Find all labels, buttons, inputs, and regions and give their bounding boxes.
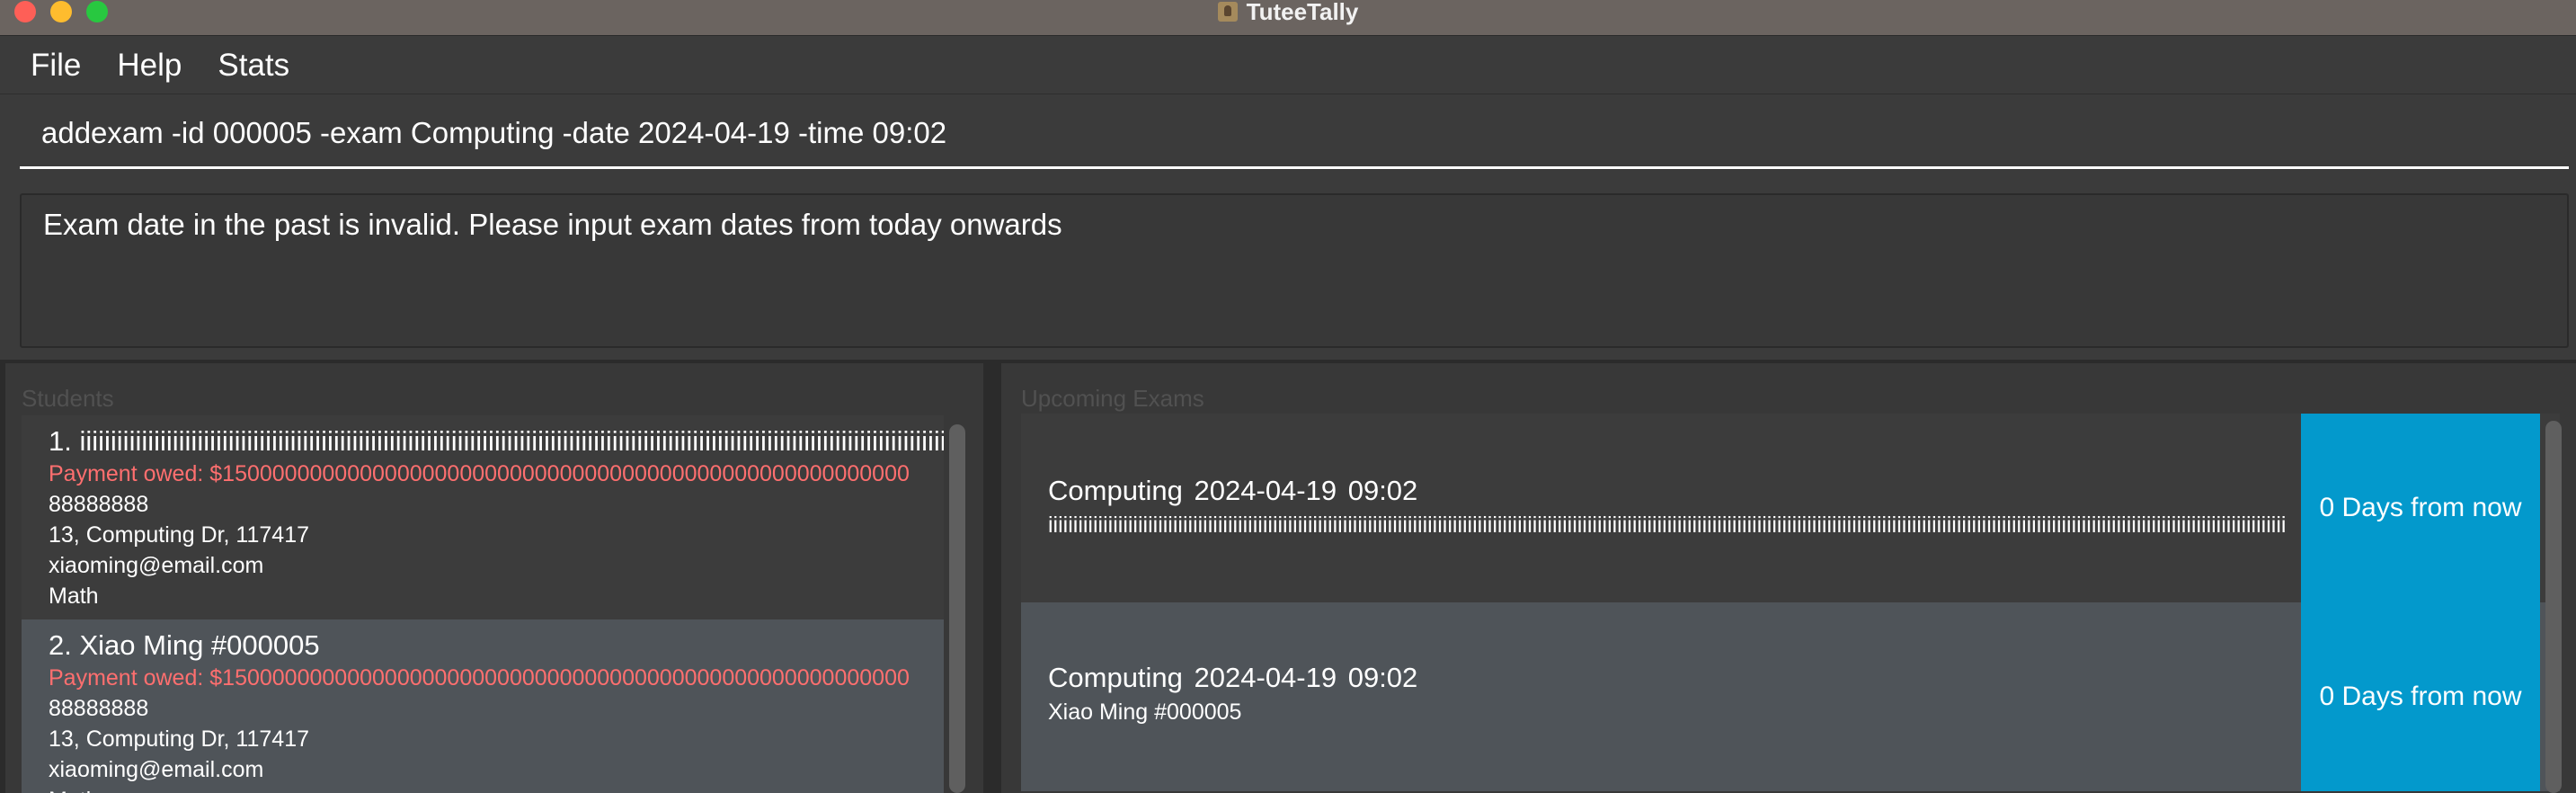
result-display: Exam date in the past is invalid. Please…	[20, 193, 2569, 348]
app-icon	[1217, 2, 1238, 22]
student-name: 1. iiiiiiiiiiiiiiiiiiiiiiiiiiiiiiiiiiiii…	[49, 425, 944, 457]
exams-panel: Upcoming Exams Computing 2024-04-19 09:0…	[1001, 363, 2576, 793]
exam-list[interactable]: Computing 2024-04-19 09:02 iiiiiiiiiiiii…	[1021, 414, 2560, 793]
student-payment-owed: Payment owed: $1500000000000000000000000…	[49, 665, 910, 691]
exams-label: Upcoming Exams	[1021, 385, 1204, 412]
exam-card[interactable]: Computing 2024-04-19 09:02 iiiiiiiiiiiii…	[1021, 414, 2560, 602]
lower-panels: Students 1. iiiiiiiiiiiiiiiiiiiiiiiiiiii…	[0, 360, 2576, 793]
student-address: 13, Computing Dr, 117417	[49, 522, 310, 548]
title-group: TuteeTally	[0, 0, 2576, 25]
student-subject: Math	[49, 785, 944, 793]
student-card[interactable]: 2. Xiao Ming #000005 Payment owed: $1500…	[22, 619, 944, 793]
window-title: TuteeTally	[1246, 0, 1359, 25]
exam-days-badge: 0 Days from now	[2301, 602, 2540, 791]
exam-info: Computing 2024-04-19 09:02 iiiiiiiiiiiii…	[1048, 475, 2416, 539]
student-phone: 88888888	[49, 696, 149, 721]
exam-title: Computing 2024-04-19 09:02	[1048, 475, 1418, 506]
command-input-value: addexam -id 000005 -exam Computing -date…	[41, 115, 947, 149]
window-titlebar: TuteeTally	[0, 0, 2576, 36]
students-panel: Students 1. iiiiiiiiiiiiiiiiiiiiiiiiiiii…	[5, 363, 983, 793]
student-phone: 88888888	[49, 492, 149, 517]
menu-help[interactable]: Help	[117, 48, 182, 84]
exam-days-badge: 0 Days from now	[2301, 414, 2540, 602]
exam-list-scrollbar[interactable]	[2545, 421, 2562, 793]
student-name: 2. Xiao Ming #000005	[49, 629, 320, 661]
exam-student: Xiao Ming #000005	[1048, 699, 1242, 725]
exam-card[interactable]: Computing 2024-04-19 09:02 Xiao Ming #00…	[1021, 602, 2560, 791]
exam-info: Computing 2024-04-19 09:02 Xiao Ming #00…	[1048, 662, 2416, 726]
student-list[interactable]: 1. iiiiiiiiiiiiiiiiiiiiiiiiiiiiiiiiiiiii…	[22, 415, 944, 793]
command-input[interactable]: addexam -id 000005 -exam Computing -date…	[20, 99, 2569, 169]
exam-title: Computing 2024-04-19 09:02	[1048, 662, 1418, 693]
student-email: xiaoming@email.com	[49, 553, 264, 578]
menu-bar: File Help Stats	[0, 37, 2576, 94]
menu-stats[interactable]: Stats	[218, 48, 289, 84]
students-label: Students	[22, 385, 114, 412]
student-subject: Math	[49, 584, 99, 609]
student-address: 13, Computing Dr, 117417	[49, 726, 310, 752]
exam-student: iiiiiiiiiiiiiiiiiiiiiiiiiiiiiiiiiiiiiiii…	[1048, 512, 2287, 538]
student-card[interactable]: 1. iiiiiiiiiiiiiiiiiiiiiiiiiiiiiiiiiiiii…	[22, 415, 944, 619]
student-payment-owed: Payment owed: $1500000000000000000000000…	[49, 461, 910, 486]
student-email: xiaoming@email.com	[49, 757, 264, 782]
student-list-scrollbar[interactable]	[949, 424, 965, 793]
result-message: Exam date in the past is invalid. Please…	[43, 208, 1062, 241]
menu-file[interactable]: File	[31, 48, 81, 84]
